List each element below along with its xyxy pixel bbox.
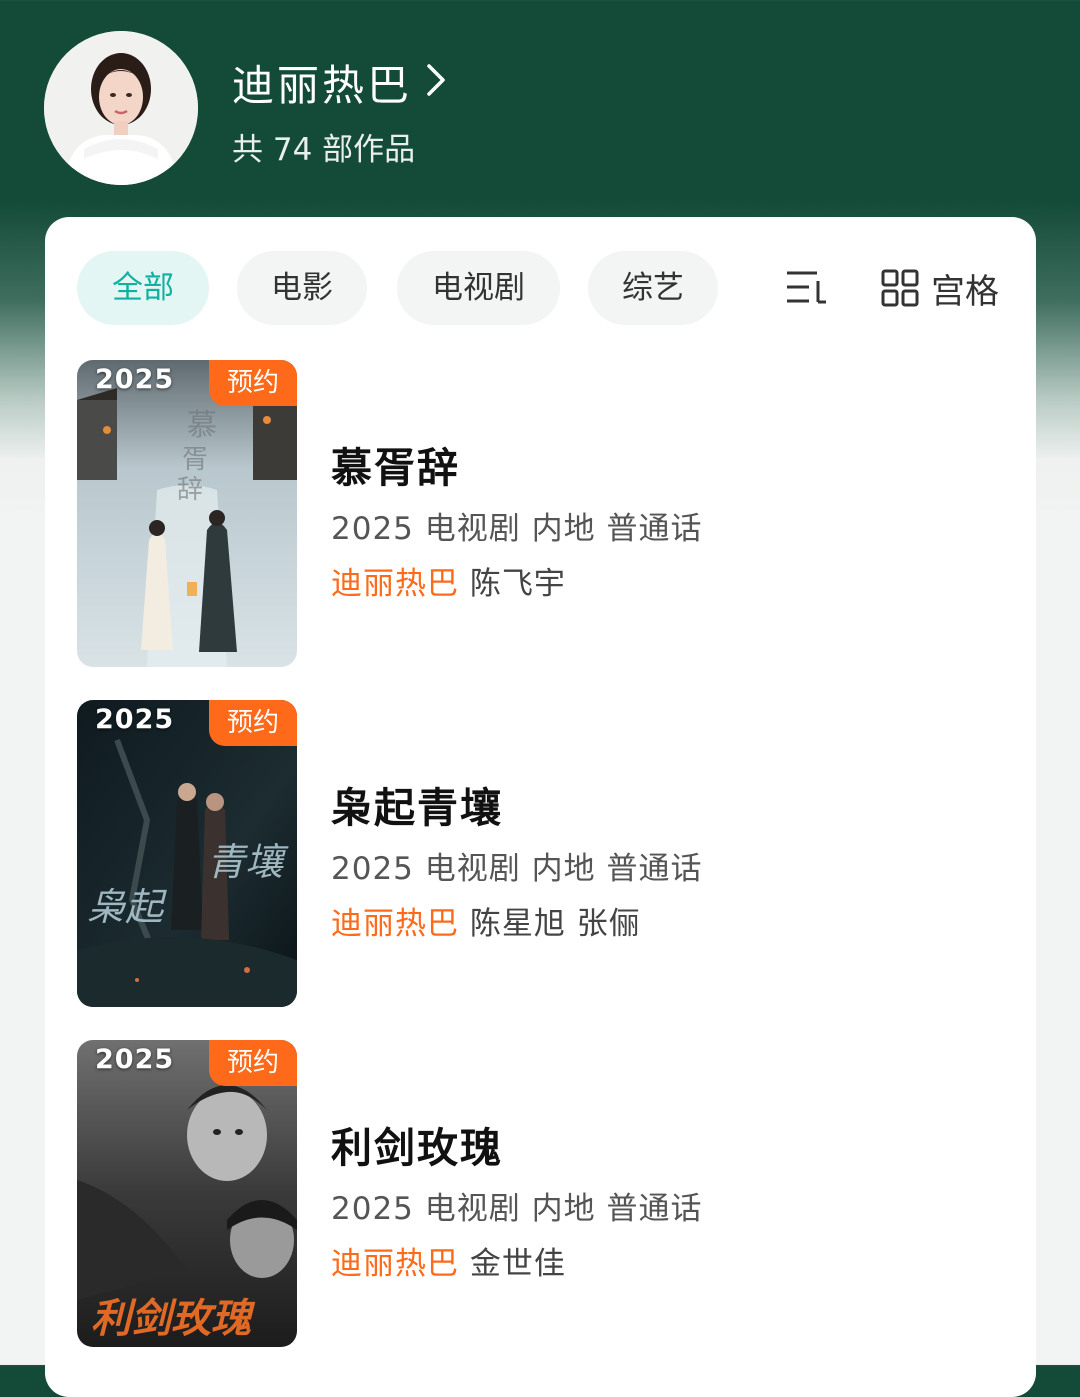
poster-image: 利剑玫瑰 xyxy=(77,1040,297,1347)
work-item[interactable]: 枭起 青壤 2025 预约 枭起青壤 2025 电视剧 内地 普通话 迪丽热巴 … xyxy=(77,700,1017,1010)
work-cast: 迪丽热巴 陈星旭 张俪 xyxy=(331,898,641,943)
tab-all[interactable]: 全部 xyxy=(77,251,209,325)
cast-lead: 迪丽热巴 xyxy=(331,906,459,942)
reserve-badge[interactable]: 预约 xyxy=(209,700,297,746)
grid-icon xyxy=(881,269,919,307)
grid-view-label: 宫格 xyxy=(931,271,999,312)
work-poster[interactable]: 枭起 青壤 2025 预约 xyxy=(77,700,297,1007)
reserve-badge[interactable]: 预约 xyxy=(209,1040,297,1086)
svg-text:胥: 胥 xyxy=(182,445,208,475)
svg-text:青壤: 青壤 xyxy=(207,840,289,884)
work-cast: 迪丽热巴 金世佳 xyxy=(331,1238,566,1283)
work-meta: 2025 电视剧 内地 普通话 xyxy=(331,1191,703,1227)
cast-lead: 迪丽热巴 xyxy=(331,1246,459,1282)
work-count: 共 74 部作品 xyxy=(232,132,416,168)
avatar-portrait xyxy=(44,31,198,185)
work-title[interactable]: 慕胥辞 xyxy=(331,434,460,494)
grid-view-button[interactable]: 宫格 xyxy=(881,267,999,312)
artist-avatar[interactable] xyxy=(44,31,198,185)
cast-others: 陈飞宇 xyxy=(469,566,566,602)
work-poster[interactable]: 利剑玫瑰 2025 预约 xyxy=(77,1040,297,1347)
svg-text:辞: 辞 xyxy=(177,475,203,505)
poster-image: 慕 胥 辞 xyxy=(77,360,297,667)
year-label: 2025 xyxy=(95,1044,175,1075)
work-title[interactable]: 枭起青壤 xyxy=(331,774,503,834)
tab-variety[interactable]: 综艺 xyxy=(588,251,718,325)
artist-name[interactable]: 迪丽热巴 xyxy=(232,52,412,113)
svg-text:枭起: 枭起 xyxy=(87,885,167,929)
cast-lead: 迪丽热巴 xyxy=(331,566,459,602)
works-card: 全部 电影 电视剧 综艺 宫格 慕 胥 辞 2025 预约 慕胥辞 2025 电… xyxy=(45,217,1036,1397)
svg-text:利剑玫瑰: 利剑玫瑰 xyxy=(91,1295,256,1342)
work-cast: 迪丽热巴 陈飞宇 xyxy=(331,558,566,603)
work-title[interactable]: 利剑玫瑰 xyxy=(331,1114,503,1174)
cast-others: 陈星旭 张俪 xyxy=(469,906,641,942)
cast-others: 金世佳 xyxy=(469,1246,566,1282)
svg-text:慕: 慕 xyxy=(187,408,217,443)
tab-tv-series[interactable]: 电视剧 xyxy=(397,251,560,325)
work-meta: 2025 电视剧 内地 普通话 xyxy=(331,511,703,547)
chevron-right-icon[interactable] xyxy=(425,62,447,98)
reserve-badge[interactable]: 预约 xyxy=(209,360,297,406)
work-poster[interactable]: 慕 胥 辞 2025 预约 xyxy=(77,360,297,667)
sort-icon[interactable] xyxy=(783,268,829,306)
year-label: 2025 xyxy=(95,704,175,735)
year-label: 2025 xyxy=(95,364,175,395)
work-meta: 2025 电视剧 内地 普通话 xyxy=(331,851,703,887)
tab-movies[interactable]: 电影 xyxy=(237,251,367,325)
work-item[interactable]: 慕 胥 辞 2025 预约 慕胥辞 2025 电视剧 内地 普通话 迪丽热巴 陈… xyxy=(77,360,1017,670)
work-item[interactable]: 利剑玫瑰 2025 预约 利剑玫瑰 2025 电视剧 内地 普通话 迪丽热巴 金… xyxy=(77,1040,1017,1350)
poster-image: 枭起 青壤 xyxy=(77,700,297,1007)
artist-header: 迪丽热巴 共 74 部作品 xyxy=(0,0,1080,215)
